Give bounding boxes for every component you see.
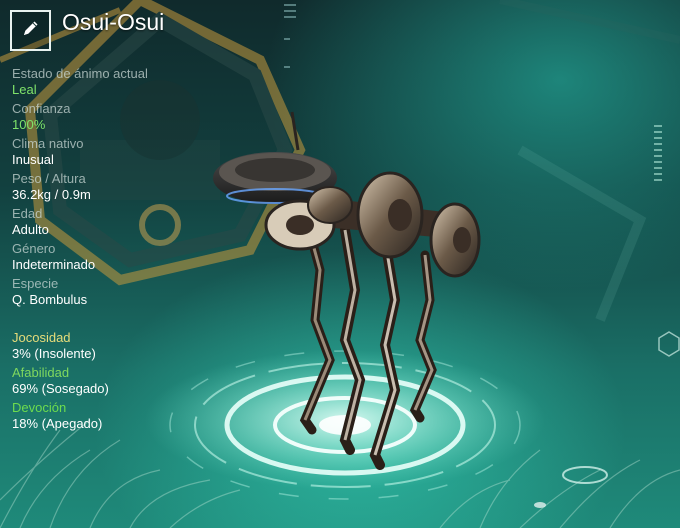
stat-trust: Confianza 100%	[12, 101, 212, 133]
trait-value: 3% (Insolente)	[12, 346, 96, 361]
trait-value: 69% (Sosegado)	[12, 381, 109, 396]
side-scroll-ticks	[654, 125, 662, 181]
stat-value: Q. Bombulus	[12, 292, 88, 307]
trait-label: Devoción	[12, 400, 67, 415]
stat-value: Leal	[12, 82, 37, 97]
top-tick-marks	[284, 4, 296, 68]
personality-traits: Jocosidad 3% (Insolente) Afabilidad 69% …	[12, 330, 212, 435]
stat-gender: Género Indeterminado	[12, 241, 212, 273]
stat-climate: Clima nativo Inusual	[12, 136, 212, 168]
side-menu-button[interactable]	[658, 330, 680, 363]
platform-pad	[145, 350, 608, 508]
pencil-icon	[21, 18, 41, 43]
stat-age: Edad Adulto	[12, 206, 212, 238]
stat-value: Adulto	[12, 222, 49, 237]
stat-label: Peso / Altura	[12, 171, 86, 186]
stat-label: Edad	[12, 206, 43, 221]
stat-value: 100%	[12, 117, 46, 132]
stat-mood: Estado de ánimo actual Leal	[12, 66, 212, 98]
stat-value: 36.2kg / 0.9m	[12, 187, 91, 202]
trait-humor: Jocosidad 3% (Insolente)	[12, 330, 212, 362]
stat-weight-height: Peso / Altura 36.2kg / 0.9m	[12, 171, 212, 203]
creature-name: Osui-Osui	[62, 9, 165, 35]
stat-value: Inusual	[12, 152, 54, 167]
hexagon-icon	[658, 331, 680, 362]
trait-devotion: Devoción 18% (Apegado)	[12, 400, 212, 432]
edit-name-button[interactable]	[10, 10, 51, 51]
trait-value: 18% (Apegado)	[12, 416, 103, 431]
stat-label: Género	[12, 241, 56, 256]
stat-label: Clima nativo	[12, 136, 84, 151]
stat-species: Especie Q. Bombulus	[12, 276, 212, 308]
trait-label: Jocosidad	[12, 330, 71, 345]
stat-label: Especie	[12, 276, 59, 291]
creature-stats: Estado de ánimo actual Leal Confianza 10…	[12, 66, 212, 311]
trait-label: Afabilidad	[12, 365, 70, 380]
stat-label: Estado de ánimo actual	[12, 66, 148, 81]
trait-kindness: Afabilidad 69% (Sosegado)	[12, 365, 212, 397]
stat-label: Confianza	[12, 101, 71, 116]
stat-value: Indeterminado	[12, 257, 96, 272]
